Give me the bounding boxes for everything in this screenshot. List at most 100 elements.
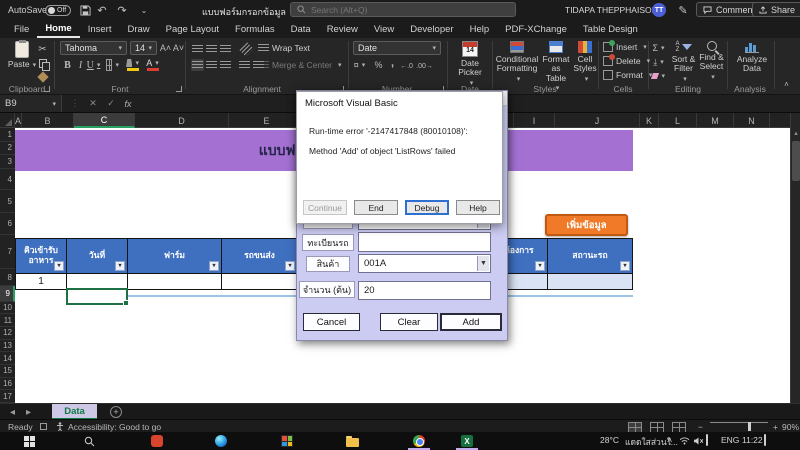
accounting-format-icon[interactable]: ¤: [353, 59, 366, 71]
grow-font-icon[interactable]: A˄: [159, 42, 172, 54]
orientation-icon[interactable]: [240, 43, 253, 55]
cancel-button[interactable]: Cancel: [303, 313, 360, 331]
row-header[interactable]: 2: [0, 142, 15, 156]
row-header[interactable]: 13: [0, 340, 15, 353]
prev-sheet-icon[interactable]: ◂: [10, 407, 15, 418]
qty-input[interactable]: 20: [358, 281, 491, 300]
percent-style-icon[interactable]: %: [372, 59, 385, 71]
copy-icon[interactable]: [36, 57, 49, 69]
excel-taskbar-icon[interactable]: [460, 434, 474, 448]
select-all-corner[interactable]: [0, 113, 15, 128]
filter-icon[interactable]: ▾: [209, 261, 219, 271]
column-header[interactable]: B: [22, 113, 74, 128]
column-header[interactable]: C: [74, 113, 135, 128]
font-name-combo[interactable]: Tahoma: [60, 41, 127, 55]
number-format-combo[interactable]: Date: [353, 41, 441, 55]
cell-queue[interactable]: 1: [15, 274, 67, 290]
column-header[interactable]: N: [734, 113, 770, 128]
end-button[interactable]: End: [354, 200, 398, 215]
debug-button[interactable]: Debug: [405, 200, 449, 215]
column-header[interactable]: A: [15, 113, 22, 128]
font-dialog-launcher[interactable]: [176, 86, 182, 92]
bold-button[interactable]: B: [61, 59, 74, 71]
ribbon-tab[interactable]: Page Layout: [158, 20, 227, 38]
cut-icon[interactable]: ✂: [36, 43, 49, 55]
wrap-text-button[interactable]: Wrap Text: [258, 44, 310, 54]
ribbon-tab[interactable]: Table Design: [575, 20, 646, 38]
search-input[interactable]: [311, 5, 509, 15]
row-header[interactable]: 9: [0, 286, 15, 302]
next-sheet-icon[interactable]: ▸: [26, 407, 31, 418]
analyze-data-button[interactable]: AnalyzeData: [732, 41, 772, 74]
row-header[interactable]: 7: [0, 235, 15, 269]
editing-mode-icon[interactable]: ✎: [676, 3, 690, 17]
clear-icon[interactable]: [652, 70, 665, 82]
column-header[interactable]: E: [229, 113, 305, 128]
decrease-decimal-icon[interactable]: .00→: [418, 60, 431, 72]
align-left-icon[interactable]: [191, 59, 204, 71]
header-status[interactable]: สถานะรถ▾: [548, 238, 633, 274]
macro-record-icon[interactable]: [40, 423, 47, 430]
cell-status[interactable]: [548, 274, 633, 290]
column-header[interactable]: K: [640, 113, 659, 128]
help-button[interactable]: Help: [456, 200, 500, 215]
align-top-icon[interactable]: [191, 43, 204, 55]
search-bar[interactable]: [290, 2, 516, 17]
cell-styles-button[interactable]: CellStyles: [572, 41, 598, 83]
language-indicator[interactable]: ENG: [721, 435, 739, 445]
align-center-icon[interactable]: [205, 59, 218, 71]
header-queue[interactable]: คิวเข้ารับอาหาร▾: [15, 238, 67, 274]
header-truck[interactable]: รถขนส่ง▾: [222, 238, 298, 274]
column-header[interactable]: L: [659, 113, 697, 128]
collapse-ribbon-icon[interactable]: ˄: [780, 78, 793, 90]
row-header[interactable]: 11: [0, 314, 15, 327]
filter-icon[interactable]: ▾: [535, 261, 545, 271]
scrollbar-thumb[interactable]: [792, 141, 800, 181]
zoom-in-icon[interactable]: +: [773, 422, 778, 432]
paste-button[interactable]: Paste: [8, 41, 36, 70]
align-middle-icon[interactable]: [205, 43, 218, 55]
header-farm[interactable]: ฟาร์ม▾: [128, 238, 222, 274]
row-header[interactable]: 5: [0, 190, 15, 212]
insert-function-icon[interactable]: fx: [121, 97, 135, 110]
ribbon-tab[interactable]: Draw: [119, 20, 157, 38]
media-app-icon[interactable]: [150, 434, 164, 448]
header-date[interactable]: วันที่▾: [67, 238, 128, 274]
autosave-toggle[interactable]: Off: [45, 5, 71, 16]
column-header[interactable]: M: [697, 113, 734, 128]
ribbon-tab[interactable]: Home: [37, 20, 79, 38]
borders-icon[interactable]: [106, 59, 119, 71]
dropdown-arrow-icon[interactable]: ▼: [477, 256, 489, 271]
format-cells-button[interactable]: Format: [603, 70, 652, 80]
accessibility-status[interactable]: Accessibility: Good to go: [68, 422, 161, 432]
add-button[interactable]: Add: [440, 313, 502, 331]
document-title[interactable]: แบบฟอร์มกรอกข้อมูล: [202, 5, 286, 19]
format-painter-icon[interactable]: [36, 71, 49, 83]
insert-cells-button[interactable]: Insert: [603, 42, 647, 52]
plate-input[interactable]: [358, 232, 491, 252]
filter-icon[interactable]: ▾: [620, 261, 630, 271]
align-bottom-icon[interactable]: [219, 43, 232, 55]
save-icon[interactable]: [78, 3, 92, 17]
find-select-button[interactable]: Find &Select: [698, 41, 725, 81]
qat-customize-icon[interactable]: ⌄: [137, 3, 151, 17]
clear-button[interactable]: Clear: [380, 313, 438, 331]
row-header[interactable]: 4: [0, 169, 15, 190]
merge-center-button[interactable]: Merge & Center: [258, 61, 342, 71]
new-sheet-icon[interactable]: +: [110, 406, 122, 418]
ribbon-tab[interactable]: Help: [462, 20, 498, 38]
row-header[interactable]: 6: [0, 213, 15, 235]
ribbon-tab[interactable]: Developer: [402, 20, 461, 38]
start-button[interactable]: [22, 434, 36, 448]
avatar[interactable]: TT: [652, 3, 666, 17]
shrink-font-icon[interactable]: A˅: [172, 42, 185, 54]
zoom-out-icon[interactable]: −: [698, 422, 703, 432]
column-header[interactable]: J: [555, 113, 640, 128]
row-header[interactable]: 14: [0, 352, 15, 365]
decrease-indent-icon[interactable]: [238, 59, 251, 71]
undo-icon[interactable]: ↶: [95, 3, 109, 17]
filter-icon[interactable]: ▾: [115, 261, 125, 271]
store-app-icon[interactable]: [280, 434, 294, 448]
row-header[interactable]: 15: [0, 365, 15, 378]
ribbon-tab[interactable]: Insert: [80, 20, 120, 38]
